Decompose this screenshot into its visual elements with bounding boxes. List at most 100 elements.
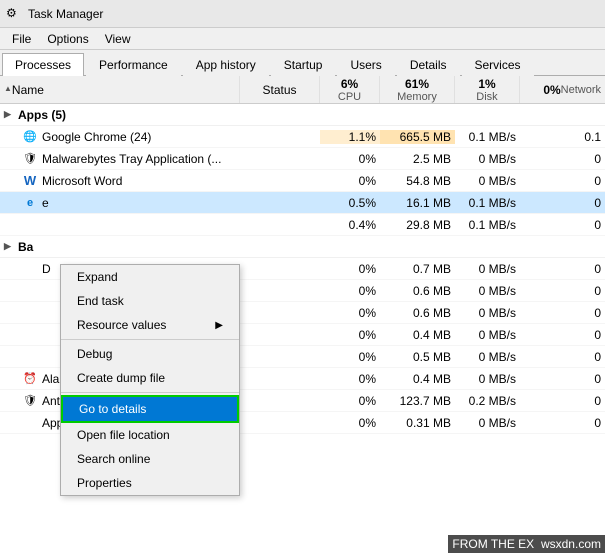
process-net: 0 [520, 372, 605, 386]
watermark-text: FROM THE EX [452, 537, 534, 551]
menu-view[interactable]: View [97, 30, 139, 48]
context-menu-properties[interactable]: Properties [61, 471, 239, 495]
process-net: 0 [520, 284, 605, 298]
watermark: FROM THE EX wsxdn.com [448, 535, 605, 553]
menu-file[interactable]: File [4, 30, 39, 48]
process-net: 0.1 [520, 130, 605, 144]
process-memory: 29.8 MB [380, 218, 455, 232]
app5-icon [22, 217, 38, 233]
process-cpu: 0% [320, 416, 380, 430]
process-net: 0 [520, 306, 605, 320]
group-header-background[interactable]: ▶ Ba [0, 236, 605, 258]
disk-percent: 1% [478, 77, 495, 91]
tab-details[interactable]: Details [397, 53, 460, 76]
menu-options[interactable]: Options [39, 30, 96, 48]
watermark-site: wsxdn.com [541, 537, 601, 551]
process-name-cell: 🛡 Malwarebytes Tray Application (... [0, 151, 240, 167]
col-status-label: Status [262, 83, 296, 97]
title-bar: ⚙ Task Manager [0, 0, 605, 28]
process-cpu: 0% [320, 306, 380, 320]
process-cpu: 0.5% [320, 196, 380, 210]
process-net: 0 [520, 416, 605, 430]
process-net: 0 [520, 328, 605, 342]
table-row[interactable]: e e 0.5% 16.1 MB 0.1 MB/s 0 [0, 192, 605, 214]
tab-processes[interactable]: Processes [2, 53, 84, 76]
group-arrow-apps[interactable]: ▶ [4, 109, 18, 120]
process-disk: 0.1 MB/s [455, 196, 520, 210]
process-disk: 0.1 MB/s [455, 218, 520, 232]
process-memory: 665.5 MB [380, 130, 455, 144]
submenu-arrow-icon: ▶ [215, 320, 223, 331]
col-name-label: Name [12, 83, 44, 97]
tab-services[interactable]: Services [462, 53, 534, 76]
process-net: 0 [520, 152, 605, 166]
context-menu-separator [61, 339, 239, 340]
process-disk: 0 MB/s [455, 416, 520, 430]
tab-users[interactable]: Users [337, 53, 394, 76]
title-bar-text: Task Manager [28, 7, 103, 21]
col-header-disk[interactable]: 1% Disk [455, 76, 520, 103]
context-menu-expand[interactable]: Expand [61, 265, 239, 289]
process-disk: 0 MB/s [455, 262, 520, 276]
context-menu-create-dump[interactable]: Create dump file [61, 366, 239, 390]
process-memory: 0.31 MB [380, 416, 455, 430]
process-cpu: 0% [320, 152, 380, 166]
group-header-apps[interactable]: ▶ Apps (5) [0, 104, 605, 126]
process-cpu: 0% [320, 262, 380, 276]
context-menu-search-online[interactable]: Search online [61, 447, 239, 471]
group-label-apps: Apps (5) [18, 108, 66, 122]
process-cpu: 0.4% [320, 218, 380, 232]
context-menu-open-file-location[interactable]: Open file location [61, 423, 239, 447]
process-cpu: 1.1% [320, 130, 380, 144]
col-header-status[interactable]: Status [240, 76, 320, 103]
process-net: 0 [520, 350, 605, 364]
col-header-network[interactable]: 0% Network [520, 76, 605, 103]
process-net: 0 [520, 174, 605, 188]
process-memory: 0.6 MB [380, 306, 455, 320]
group-label-background: Ba [18, 240, 33, 254]
chrome-icon: 🌐 [22, 129, 38, 145]
context-menu-resource-values[interactable]: Resource values ▶ [61, 313, 239, 337]
table-row[interactable]: 0.4% 29.8 MB 0.1 MB/s 0 [0, 214, 605, 236]
memory-percent: 61% [405, 77, 429, 91]
tab-performance[interactable]: Performance [86, 53, 181, 76]
tab-app-history[interactable]: App history [183, 53, 269, 76]
word-icon: W [22, 173, 38, 189]
app-icon: ⚙ [6, 6, 22, 22]
process-disk: 0 MB/s [455, 152, 520, 166]
table-row[interactable]: 🛡 Malwarebytes Tray Application (... 0% … [0, 148, 605, 170]
table-row[interactable]: W Microsoft Word 0% 54.8 MB 0 MB/s 0 [0, 170, 605, 192]
net-percent: 0% [543, 83, 560, 97]
bg1-icon [22, 261, 38, 277]
col-header-memory[interactable]: 61% Memory [380, 76, 455, 103]
table-row[interactable]: 🌐 Google Chrome (24) 1.1% 665.5 MB 0.1 M… [0, 126, 605, 148]
memory-label: Memory [397, 91, 437, 103]
context-menu-end-task[interactable]: End task [61, 289, 239, 313]
context-menu-go-to-details[interactable]: Go to details [61, 395, 239, 423]
process-cpu: 0% [320, 394, 380, 408]
process-net: 0 [520, 394, 605, 408]
process-name-text: D [42, 262, 51, 276]
process-name-text: Malwarebytes Tray Application (... [42, 152, 221, 166]
process-disk: 0 MB/s [455, 174, 520, 188]
process-memory: 0.5 MB [380, 350, 455, 364]
process-disk: 0 MB/s [455, 372, 520, 386]
col-header-cpu[interactable]: 6% CPU [320, 76, 380, 103]
process-disk: 0 MB/s [455, 306, 520, 320]
main-content: ▲ Name Status 6% CPU 61% Memory 1% Disk … [0, 76, 605, 553]
cpu-percent: 6% [341, 77, 358, 91]
col-header-name[interactable]: ▲ Name [0, 76, 240, 103]
group-arrow-background[interactable]: ▶ [4, 241, 18, 252]
process-memory: 0.4 MB [380, 328, 455, 342]
context-menu: Expand End task Resource values ▶ Debug … [60, 264, 240, 496]
process-name-cell: 🌐 Google Chrome (24) [0, 129, 240, 145]
process-name-text: Microsoft Word [42, 174, 122, 188]
process-net: 0 [520, 218, 605, 232]
tab-startup[interactable]: Startup [271, 53, 336, 76]
disk-label: Disk [476, 91, 497, 103]
context-menu-debug[interactable]: Debug [61, 342, 239, 366]
edge-icon: e [22, 195, 38, 211]
process-cpu: 0% [320, 328, 380, 342]
tab-bar: Processes Performance App history Startu… [0, 50, 605, 76]
process-disk: 0.2 MB/s [455, 394, 520, 408]
